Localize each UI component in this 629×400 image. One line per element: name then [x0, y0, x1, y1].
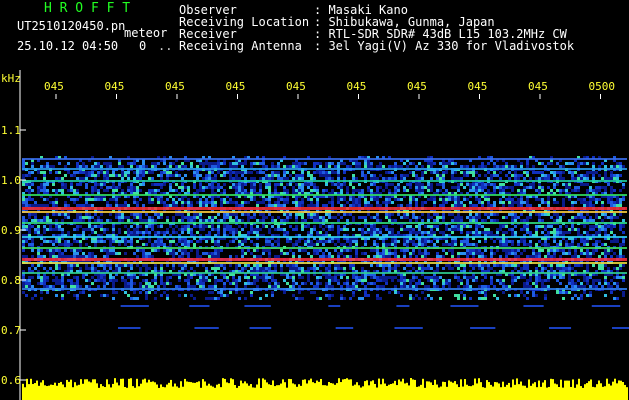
spectrogram-plot: 1.1 1.0 0.9 0.8 0.7 0.6 045 045 045 045 045 045 045…: [1, 60, 629, 400]
time-tick-label: 045: [105, 80, 125, 93]
time-tick-label: 045: [165, 80, 185, 93]
frequency-tick-label: 1.1: [1, 124, 21, 137]
time-tick-label: 045: [528, 80, 548, 93]
frequency-tick-label: 0.6: [1, 374, 21, 387]
time-tick-label: 045: [468, 80, 488, 93]
frequency-tick-label: 0.7: [1, 324, 21, 337]
frequency-unit-label: kHz: [1, 72, 21, 85]
time-tick-label: 0500: [589, 80, 616, 93]
time-tick-label: 045: [286, 80, 306, 93]
time-tick-label: 045: [44, 80, 64, 93]
frequency-tick-label: 0.8: [1, 274, 21, 287]
time-tick-label: 045: [347, 80, 367, 93]
time-tick-label: 045: [226, 80, 246, 93]
frequency-tick-label: 0.9: [1, 224, 21, 237]
time-tick-label: 045: [407, 80, 427, 93]
frequency-tick-label: 1.0: [1, 174, 21, 187]
